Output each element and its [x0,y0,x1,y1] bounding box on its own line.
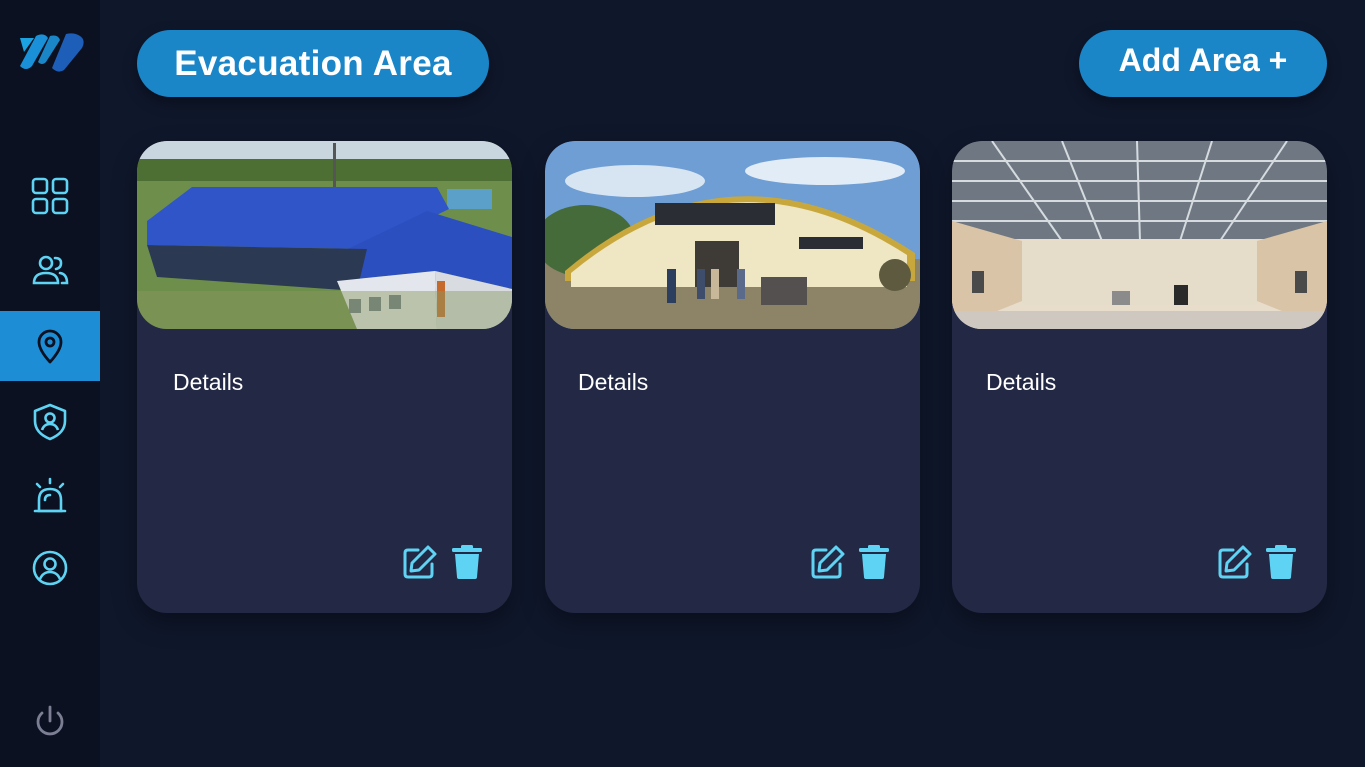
delete-button[interactable] [449,544,485,580]
power-button[interactable] [30,702,70,742]
details-label: Details [986,369,1057,395]
profile-icon [32,550,68,586]
users-icon [32,255,69,285]
shield-user-icon [33,403,67,441]
area-image[interactable] [952,141,1327,329]
location-pin-icon [37,329,63,364]
trash-icon [1266,545,1296,579]
nav-security[interactable] [0,387,100,457]
area-card: Details [545,141,920,613]
dashboard-grid-icon [31,177,69,215]
area-image[interactable] [545,141,920,329]
nav-alerts[interactable] [0,461,100,531]
details-label: Details [578,369,649,395]
delete-button[interactable] [1263,544,1299,580]
details-label: Details [173,369,244,395]
siren-alarm-icon [33,477,67,513]
trash-icon [859,545,889,579]
sidebar [0,0,100,767]
area-card: Details [952,141,1327,613]
area-card: Details [137,141,512,613]
page-title: Evacuation Area [137,30,489,97]
area-image[interactable] [137,141,512,329]
edit-icon [1218,545,1252,579]
add-area-button[interactable]: Add Area + [1079,30,1327,97]
edit-button[interactable] [402,544,438,580]
nav-users[interactable] [0,235,100,305]
edit-icon [403,545,437,579]
nav-evacuation-area[interactable] [0,311,100,381]
nav-profile[interactable] [0,533,100,603]
edit-button[interactable] [810,544,846,580]
edit-icon [811,545,845,579]
brand-logo-icon[interactable] [14,30,88,74]
nav-dashboard[interactable] [0,161,100,231]
trash-icon [452,545,482,579]
delete-button[interactable] [856,544,892,580]
power-icon [36,705,64,736]
edit-button[interactable] [1217,544,1253,580]
